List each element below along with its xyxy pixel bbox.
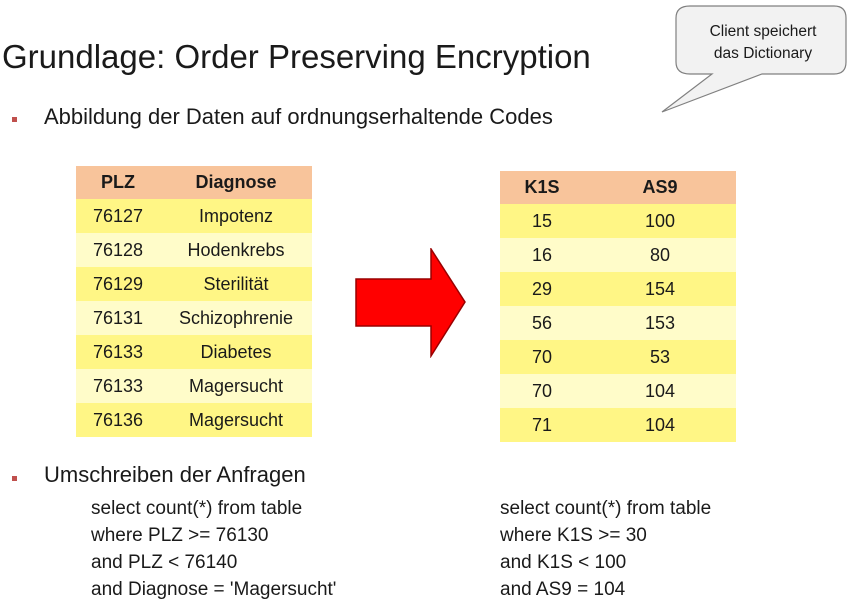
table-cell: Hodenkrebs [160,233,312,267]
right-arrow-icon [355,248,466,358]
table-cell: 76136 [76,403,160,437]
table-cell: 154 [584,272,736,306]
query-line: select count(*) from table [91,498,303,519]
table-cell: Magersucht [160,369,312,403]
plaintext-table: PLZ Diagnose 76127 Impotenz 76128 Hodenkre… [76,166,312,437]
query-line: and K1S < 100 [500,552,627,573]
table-row: 71 104 [500,408,736,442]
table-cell: 70 [500,340,584,374]
table-cell: Diabetes [160,335,312,369]
callout-line-2: das Dictionary [713,45,813,62]
table-cell: 76133 [76,335,160,369]
table-cell: Magersucht [160,403,312,437]
table-cell: 56 [500,306,584,340]
table-header-row: PLZ Diagnose [76,166,312,199]
table-row: 76133 Magersucht [76,369,312,403]
query-line: and Diagnose = 'Magersucht' [91,579,337,600]
query-line: where K1S >= 30 [500,525,647,546]
table-row: 16 80 [500,238,736,272]
table-cell: 76133 [76,369,160,403]
callout-line-1: Client speichert [709,23,817,40]
query-line: where PLZ >= 76130 [91,525,269,546]
table-cell: 16 [500,238,584,272]
table-row: 76127 Impotenz [76,199,312,233]
column-header: K1S [500,171,584,204]
table-row: 76136 Magersucht [76,403,312,437]
table-cell: Sterilität [160,267,312,301]
table-row: 76131 Schizophrenie [76,301,312,335]
table-cell: 76128 [76,233,160,267]
bullet-marker [12,476,17,481]
query-plaintext: select count(*) from table where PLZ >= … [91,495,336,603]
table-cell: Impotenz [160,199,312,233]
table-row: 15 100 [500,204,736,238]
table-cell: 15 [500,204,584,238]
table-row: 70 53 [500,340,736,374]
table-row: 56 153 [500,306,736,340]
table-header-row: K1S AS9 [500,171,736,204]
bullet-marker [12,117,17,122]
callout-text: Client speichert das Dictionary [680,21,846,65]
bullet-text-queries: Umschreiben der Anfragen [44,462,306,487]
table-row: 76133 Diabetes [76,335,312,369]
table-cell: 80 [584,238,736,272]
query-line: select count(*) from table [500,498,712,519]
table-cell: 104 [584,408,736,442]
table-cell: 153 [584,306,736,340]
encrypted-table: K1S AS9 15 100 16 80 29 154 56 153 70 53 70 10… [500,171,736,442]
table-cell: 76131 [76,301,160,335]
column-header: Diagnose [160,166,312,199]
table-cell: 76127 [76,199,160,233]
table-row: 70 104 [500,374,736,408]
table-cell: 53 [584,340,736,374]
table-cell: 71 [500,408,584,442]
table-cell: 29 [500,272,584,306]
query-line: and PLZ < 76140 [91,552,238,573]
table-row: 76128 Hodenkrebs [76,233,312,267]
table-row: 76129 Sterilität [76,267,312,301]
table-cell: 100 [584,204,736,238]
bullet-text-mapping: Abbildung der Daten auf ordnungserhalten… [44,104,553,129]
table-cell: Schizophrenie [160,301,312,335]
query-line: and AS9 = 104 [500,579,626,600]
column-header: AS9 [584,171,736,204]
query-encrypted: select count(*) from table where K1S >= … [500,495,711,603]
column-header: PLZ [76,166,160,199]
table-cell: 70 [500,374,584,408]
table-cell: 76129 [76,267,160,301]
table-cell: 104 [584,374,736,408]
table-row: 29 154 [500,272,736,306]
